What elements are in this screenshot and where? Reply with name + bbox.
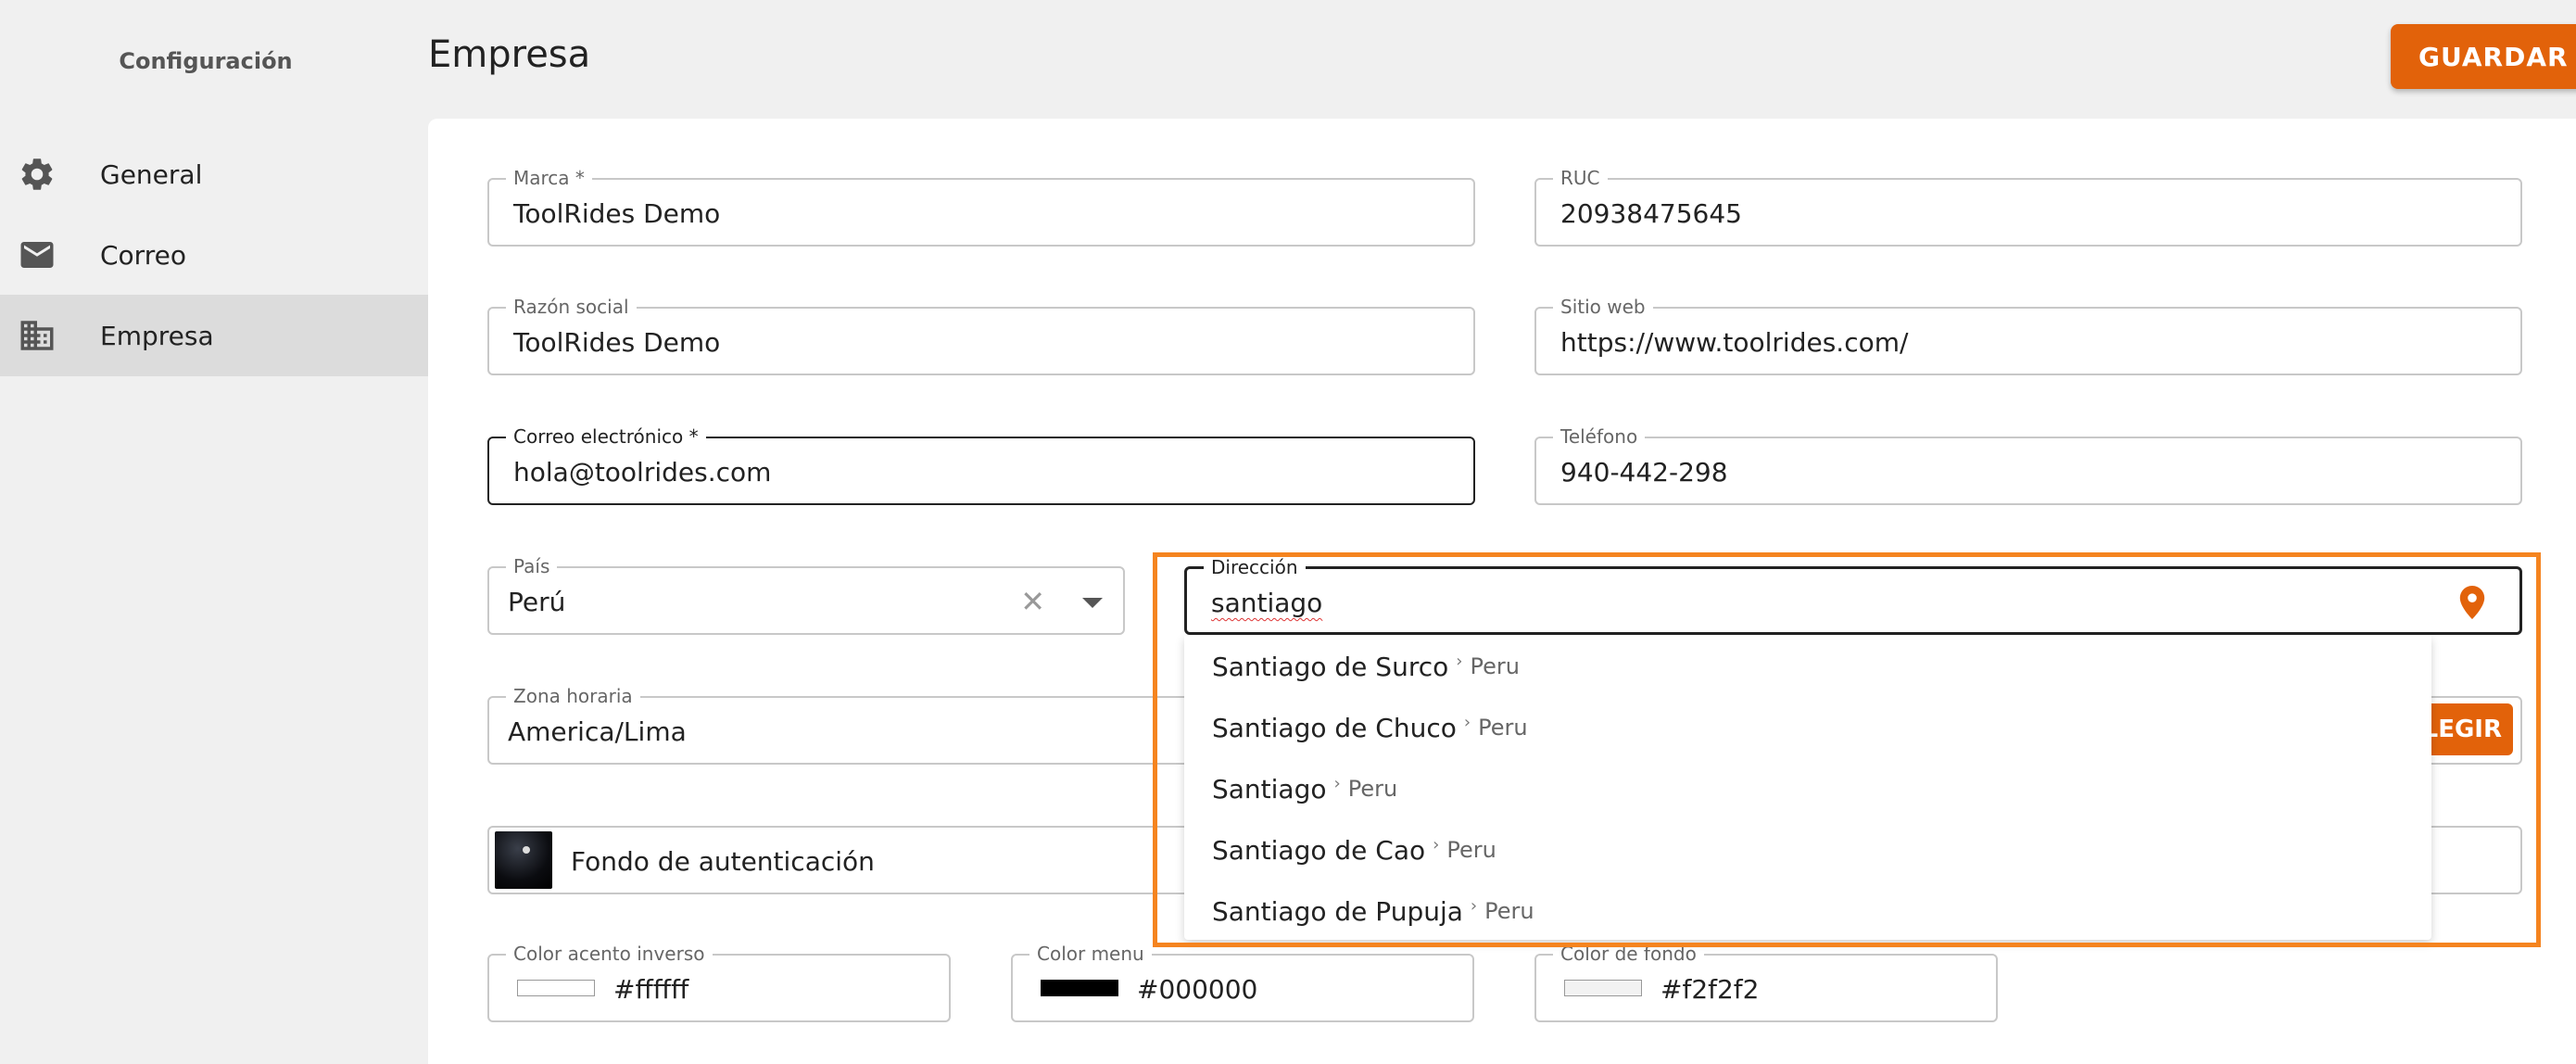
chevron-right-icon: › [1456,651,1463,671]
chevron-right-icon: › [1463,712,1471,732]
suggestion-country: Peru [1484,898,1534,924]
suggestion-place: Santiago de Surco [1212,651,1449,682]
suggestion-place: Santiago de Chuco [1212,712,1457,743]
field-value: #ffffff [613,974,689,1005]
suggestion-country: Peru [1470,653,1520,679]
save-button[interactable]: GUARDAR [2391,24,2576,89]
sidebar-item-label: General [100,158,203,190]
suggestion-item[interactable]: Santiago de Cao › Peru [1212,819,1496,880]
suggestion-country: Peru [1347,776,1398,802]
field-label: Color menu [1029,941,1152,967]
address-suggestions-list: Santiago de Surco › Peru Santiago de Chu… [1184,636,2431,940]
field-value: Fondo de autenticación [571,846,875,877]
sidebar-item-correo[interactable]: Correo [0,214,428,296]
field-value: 20938475645 [1560,198,1742,229]
razon-social-field[interactable]: Razón social ToolRides Demo [487,294,1475,375]
mail-icon [17,234,57,275]
field-value: https://www.toolrides.com/ [1560,327,1909,358]
field-label: Razón social [506,294,637,320]
field-label: Color acento inverso [506,941,713,967]
field-value: #000000 [1137,974,1258,1005]
background-thumbnail [495,831,552,889]
field-label: Dirección [1204,554,1306,580]
field-label: Color de fondo [1553,941,1704,967]
telefono-field[interactable]: Teléfono 940-442-298 [1534,424,2522,505]
field-label: Zona horaria [506,683,640,709]
suggestion-country: Peru [1446,837,1496,863]
chevron-right-icon: › [1470,895,1478,916]
field-label: Sitio web [1553,294,1653,320]
field-value: ToolRides Demo [513,327,721,358]
clear-icon[interactable]: ✕ [1020,587,1045,616]
field-label: Marca * [506,165,592,191]
marca-field[interactable]: Marca * ToolRides Demo [487,165,1475,247]
field-value: santiago [1211,588,1323,618]
sidebar: Configuración General Correo Empresa [0,0,428,1064]
color-swatch[interactable] [1564,980,1642,996]
email-field[interactable]: Correo electrónico * hola@toolrides.com [487,424,1475,505]
color-acento-inverso-field[interactable]: Color acento inverso #ffffff [487,941,951,1022]
field-value: America/Lima [508,716,687,747]
color-swatch[interactable] [517,980,595,996]
choose-button-label: LEGIR [2422,716,2502,743]
chevron-down-icon[interactable] [1082,598,1103,608]
color-swatch[interactable] [1041,980,1118,996]
ruc-field[interactable]: RUC 20938475645 [1534,165,2522,247]
sitio-web-field[interactable]: Sitio web https://www.toolrides.com/ [1534,294,2522,375]
suggestion-country: Peru [1478,715,1528,741]
pais-select[interactable]: País Perú ✕ [487,553,1125,635]
chevron-right-icon: › [1333,773,1341,793]
suggestion-item[interactable]: Santiago › Peru [1212,758,1397,819]
field-label: RUC [1553,165,1608,191]
color-menu-field[interactable]: Color menu #000000 [1011,941,1474,1022]
sidebar-item-general[interactable]: General [0,133,428,215]
location-pin-icon[interactable] [2458,586,2486,619]
field-label: País [506,553,558,579]
sidebar-item-empresa[interactable]: Empresa [0,295,428,376]
field-value: hola@toolrides.com [513,457,772,488]
color-fondo-field[interactable]: Color de fondo #f2f2f2 [1534,941,1998,1022]
suggestion-place: Santiago [1212,773,1327,804]
page-title: Empresa [428,33,591,76]
suggestion-place: Santiago de Cao [1212,834,1426,866]
sidebar-item-label: Empresa [100,320,214,351]
suggestion-item[interactable]: Santiago de Chuco › Peru [1212,697,1528,758]
field-value: #f2f2f2 [1661,974,1760,1005]
gear-icon [17,154,57,195]
field-value: 940-442-298 [1560,457,1728,488]
sidebar-title: Configuración [119,48,293,74]
building-icon [17,315,57,356]
field-value: ToolRides Demo [513,198,721,229]
suggestion-item[interactable]: Santiago de Pupuja › Peru [1212,880,1534,942]
suggestion-item[interactable]: Santiago de Surco › Peru [1212,636,1520,697]
field-label: Correo electrónico * [506,424,706,450]
direccion-input[interactable]: Dirección santiago [1184,554,2522,635]
suggestion-place: Santiago de Pupuja [1212,895,1463,927]
sidebar-item-label: Correo [100,239,186,271]
chevron-right-icon: › [1433,834,1440,855]
field-label: Teléfono [1553,424,1646,450]
field-value: Perú [508,587,566,617]
